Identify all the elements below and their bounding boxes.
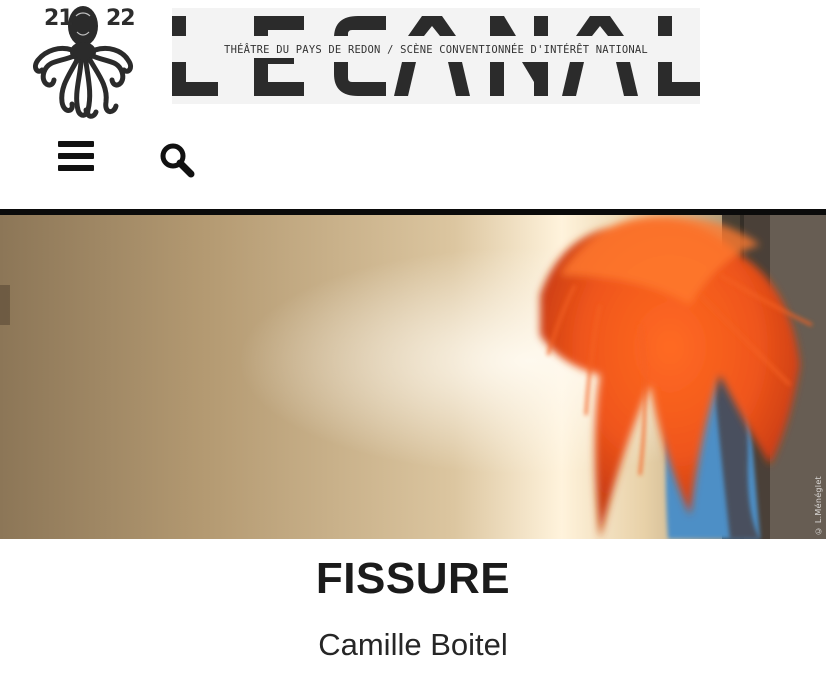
search-icon <box>160 143 195 178</box>
menu-button[interactable] <box>56 139 96 173</box>
hamburger-menu-icon <box>58 141 94 147</box>
octopus-logo-icon: 21 22 <box>30 2 136 120</box>
search-button[interactable] <box>158 141 196 179</box>
site-logo[interactable]: 21 22 THÉÂTRE DU PAYS DE REDON / SCÈNE C… <box>24 0 702 122</box>
logo-tagline: THÉÂTRE DU PAYS DE REDON / SCÈNE CONVENT… <box>224 44 648 56</box>
hero-photo: © L.Ménéglet <box>0 215 826 539</box>
wordmark-graphic <box>172 16 700 96</box>
event-artist: Camille Boitel <box>318 627 508 662</box>
logo-year-start: 21 <box>44 6 74 31</box>
event-title: FISSURE <box>315 554 511 603</box>
logo-year-end: 22 <box>106 6 136 31</box>
wordmark: THÉÂTRE DU PAYS DE REDON / SCÈNE CONVENT… <box>172 8 700 104</box>
photo-credit: © L.Ménéglet <box>814 475 823 535</box>
